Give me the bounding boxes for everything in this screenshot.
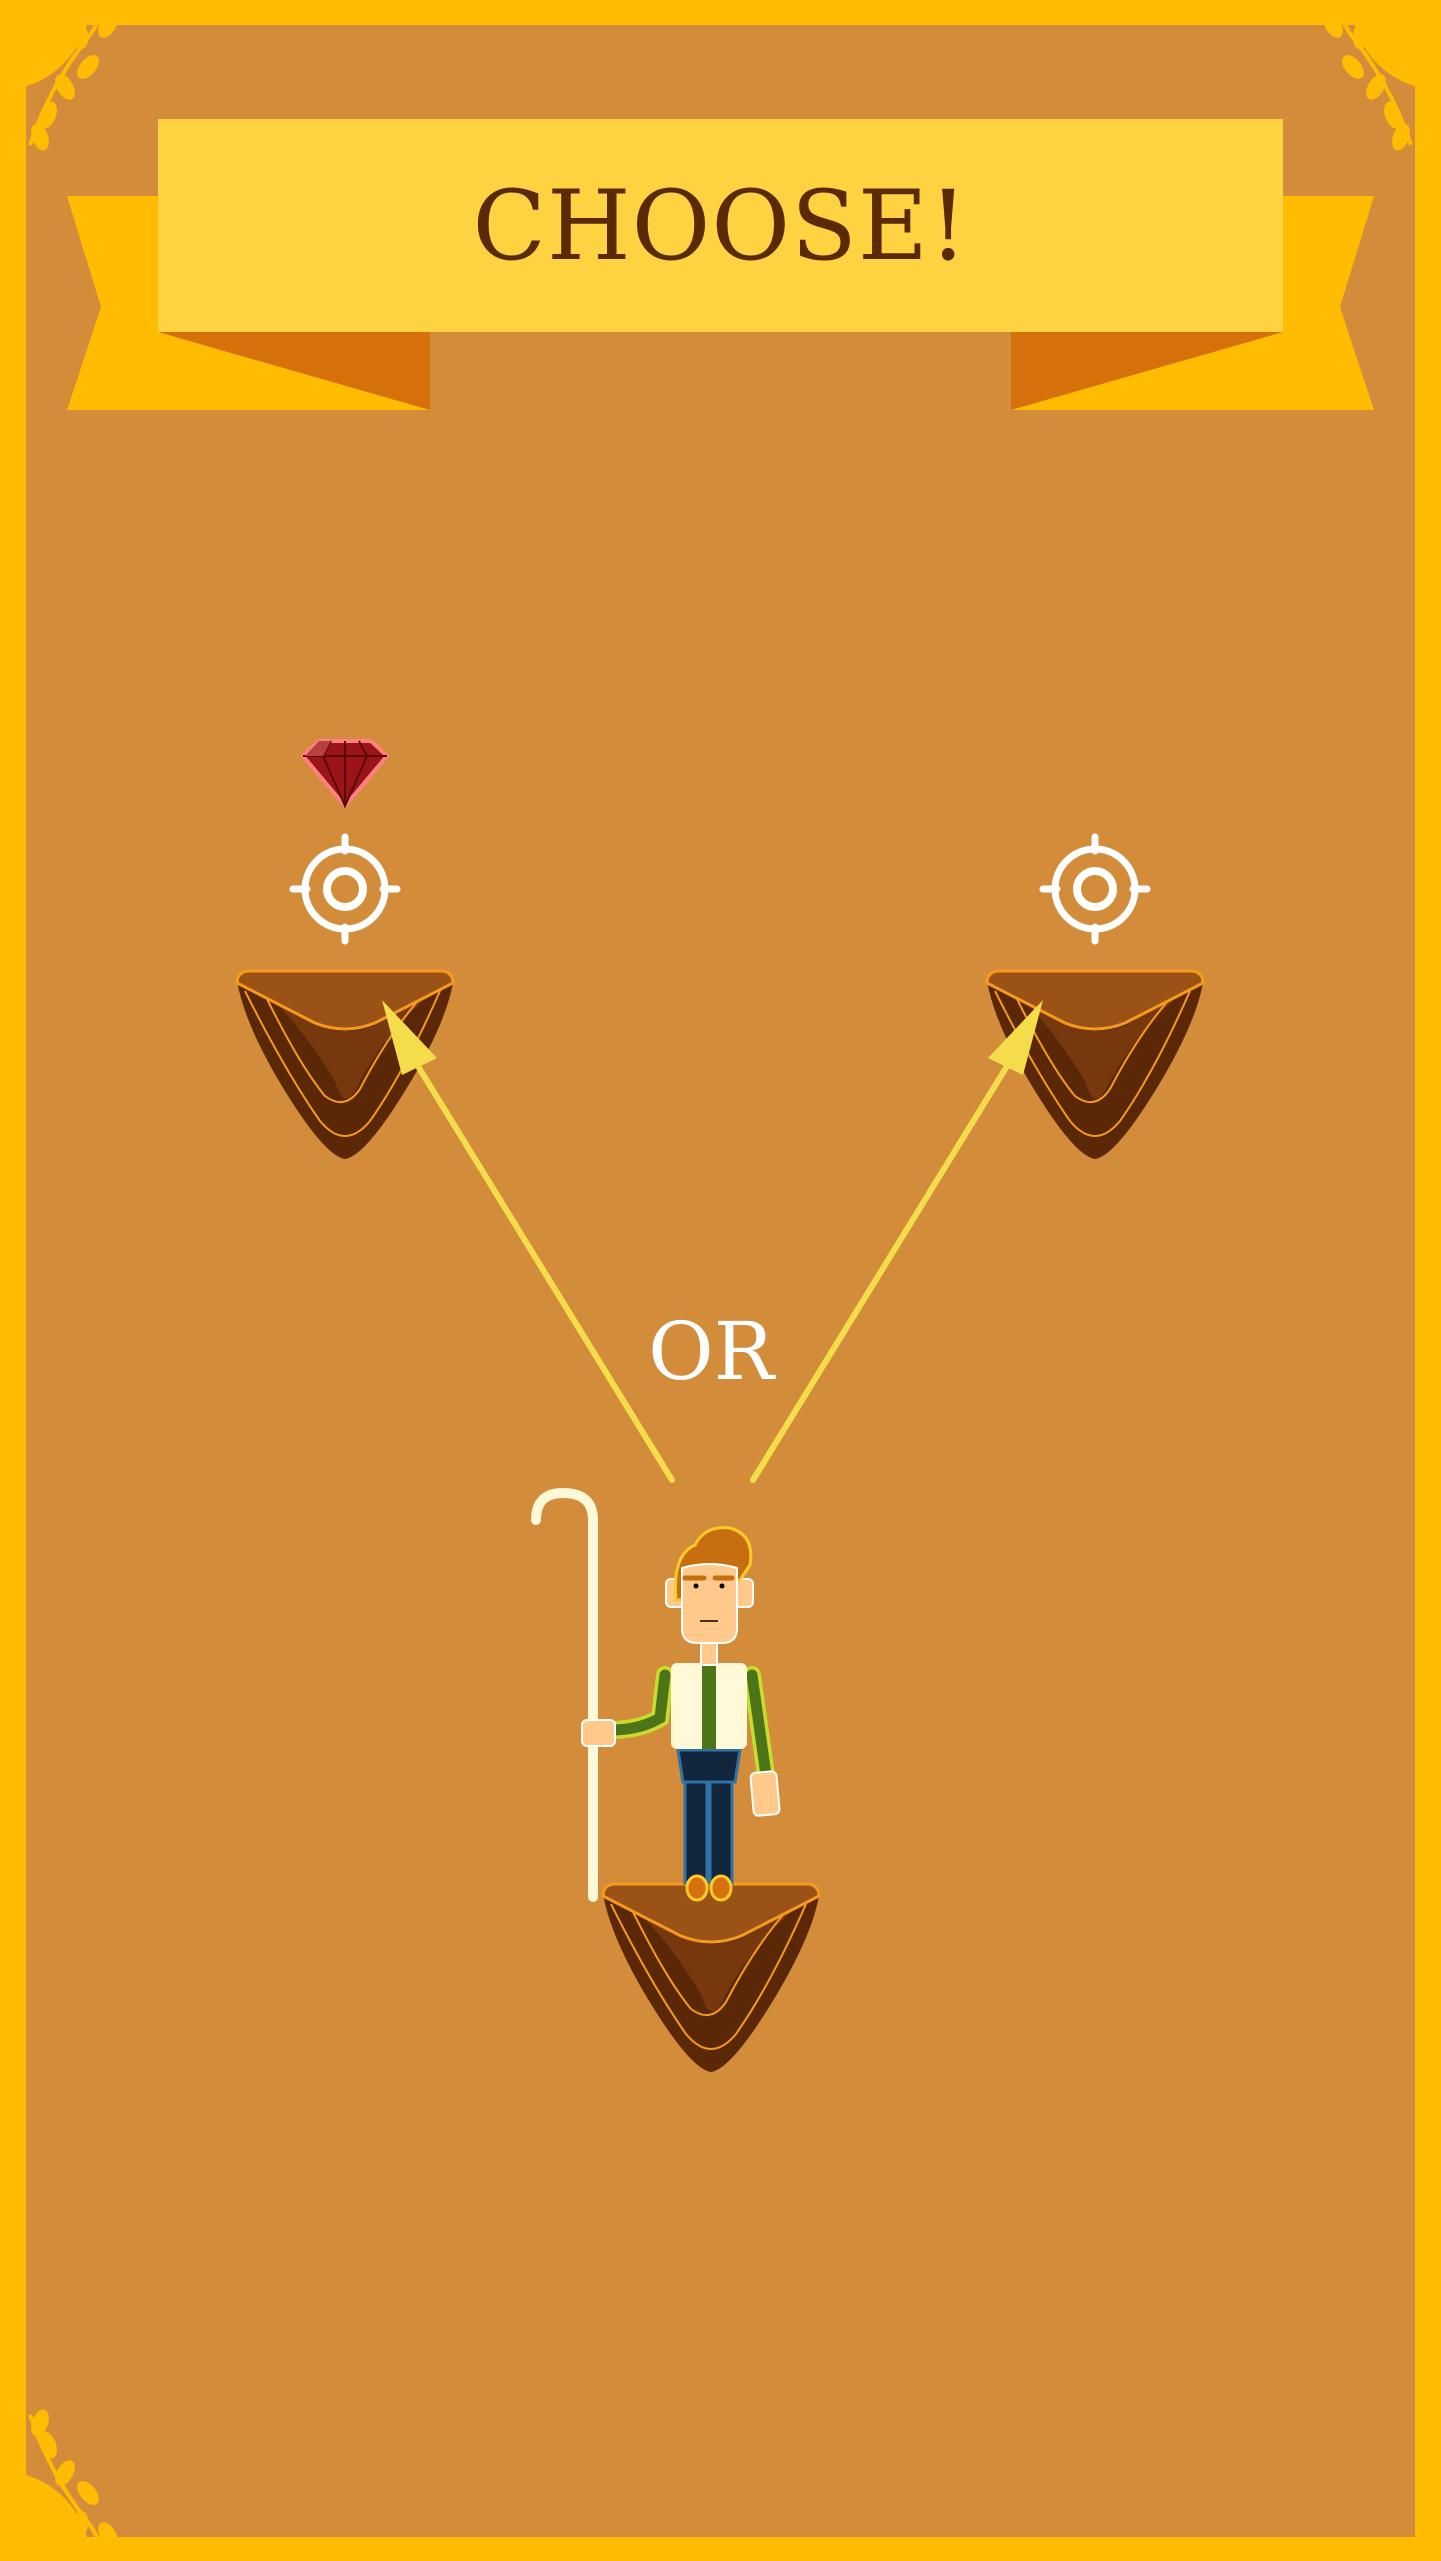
game-screen: CHOOSE! OR	[0, 0, 1441, 2561]
scene	[0, 0, 1441, 2561]
or-separator: OR	[648, 1305, 774, 1398]
page-title: CHOOSE!	[472, 169, 969, 282]
